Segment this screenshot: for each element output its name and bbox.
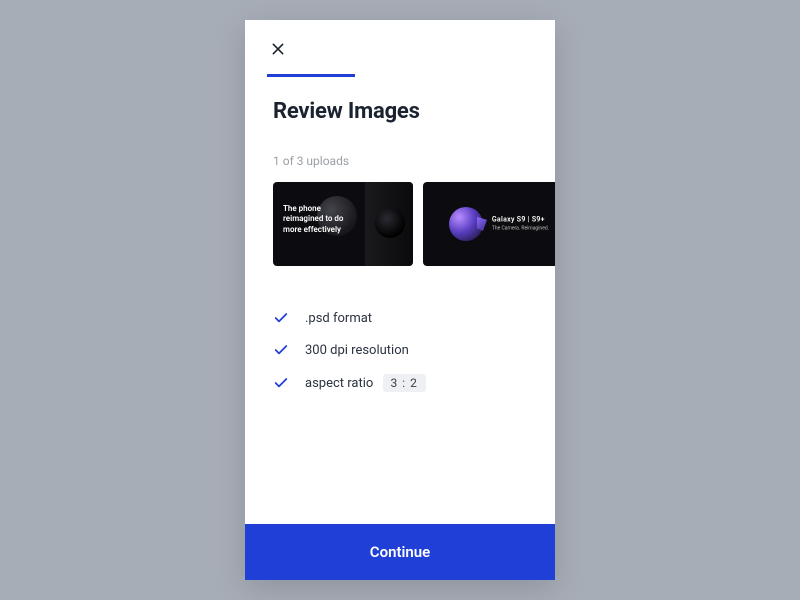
thumbnail-art [375,208,405,238]
upload-status: 1 of 3 uploads [273,154,527,168]
thumbnail-caption: The phone reimagined to do more effectiv… [283,204,343,235]
ratio-badge: 3 : 2 [383,374,426,392]
upload-thumbnail[interactable]: The phone reimagined to do more effectiv… [273,182,413,266]
topbar [245,20,555,77]
progress-fill [267,74,355,77]
requirement-item: .psd format [273,302,527,334]
content: Review Images 1 of 3 uploads The phone r… [245,77,555,524]
requirement-label: 300 dpi resolution [305,343,409,358]
check-icon [273,342,289,358]
progress-bar [267,74,533,77]
thumbnail-art [449,207,483,241]
review-images-panel: Review Images 1 of 3 uploads The phone r… [245,20,555,580]
requirement-item: 300 dpi resolution [273,334,527,366]
check-icon [273,375,289,391]
continue-button[interactable]: Continue [245,524,555,580]
check-icon [273,310,289,326]
close-button[interactable] [267,38,289,60]
image-carousel[interactable]: The phone reimagined to do more effectiv… [245,182,527,266]
requirement-label: aspect ratio 3 : 2 [305,374,426,392]
upload-thumbnail[interactable]: Galaxy S9 | S9+ The Camera. Reimagined. [423,182,555,266]
requirement-label: .psd format [305,311,372,326]
requirement-item: aspect ratio 3 : 2 [273,366,527,400]
page-title: Review Images [273,99,527,124]
thumbnail-caption: Galaxy S9 | S9+ The Camera. Reimagined. [492,216,549,233]
close-icon [270,41,286,57]
requirements-list: .psd format 300 dpi resolution aspect ra… [273,302,527,400]
